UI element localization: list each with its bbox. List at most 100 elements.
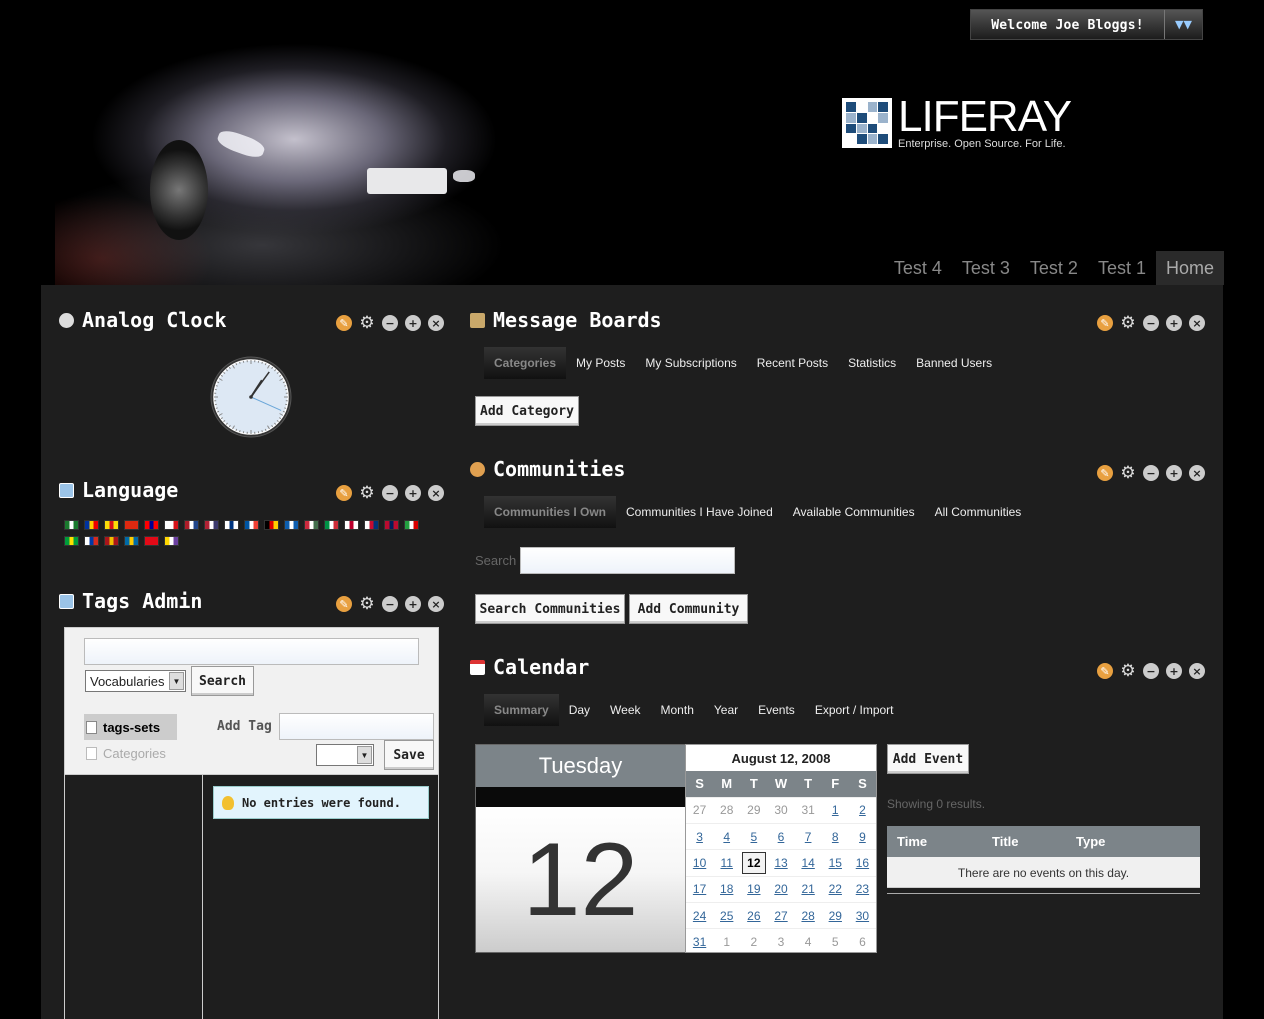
gear-icon[interactable]: ⚙ (359, 313, 375, 333)
calendar-day-cell[interactable]: 14 (794, 849, 822, 877)
tab-banned-users[interactable]: Banned Users (906, 347, 1002, 379)
maximize-icon[interactable]: + (1166, 663, 1182, 679)
maximize-icon[interactable]: + (1166, 315, 1182, 331)
add-community-button[interactable]: Add Community (629, 594, 748, 624)
look-and-feel-icon[interactable]: ✎ (1097, 465, 1113, 481)
calendar-day-cell[interactable]: 11 (713, 849, 741, 877)
maximize-icon[interactable]: + (405, 315, 421, 331)
tab-month[interactable]: Month (651, 694, 704, 726)
look-and-feel-icon[interactable]: ✎ (336, 485, 352, 501)
close-icon[interactable]: × (1189, 315, 1205, 331)
language-flag-icon[interactable] (84, 536, 99, 546)
calendar-day-cell[interactable]: 25 (713, 902, 741, 929)
gear-icon[interactable]: ⚙ (359, 483, 375, 503)
tab-communities-i-own[interactable]: Communities I Own (484, 496, 617, 528)
minimize-icon[interactable]: − (1143, 663, 1159, 679)
vocabularies-select[interactable]: Vocabularies ▼ (85, 670, 186, 692)
language-flag-icon[interactable] (364, 520, 379, 530)
calendar-day-cell[interactable]: 28 (794, 902, 822, 929)
tag-set-select[interactable]: ▼ (316, 744, 374, 766)
look-and-feel-icon[interactable]: ✎ (336, 315, 352, 331)
close-icon[interactable]: × (428, 596, 444, 612)
tags-search-button[interactable]: Search (191, 666, 254, 696)
calendar-day-cell[interactable]: 17 (686, 875, 714, 903)
language-flag-icon[interactable] (84, 520, 99, 530)
calendar-day-cell[interactable]: 26 (740, 902, 768, 929)
calendar-day-cell[interactable]: 16 (848, 849, 876, 877)
add-tag-input[interactable] (279, 713, 434, 740)
language-flag-icon[interactable] (244, 520, 259, 530)
minimize-icon[interactable]: − (1143, 465, 1159, 481)
minimize-icon[interactable]: − (382, 315, 398, 331)
welcome-menu[interactable]: Welcome Joe Bloggs! ▼▼ (970, 9, 1203, 40)
calendar-day-cell[interactable]: 2 (848, 796, 876, 824)
calendar-day-cell[interactable]: 22 (821, 875, 849, 903)
language-flag-icon[interactable] (164, 520, 179, 530)
close-icon[interactable]: × (428, 485, 444, 501)
close-icon[interactable]: × (428, 315, 444, 331)
tab-day[interactable]: Day (559, 694, 600, 726)
language-flag-icon[interactable] (64, 520, 79, 530)
language-flag-icon[interactable] (324, 520, 339, 530)
language-flag-icon[interactable] (184, 520, 199, 530)
calendar-day-cell[interactable]: 15 (821, 849, 849, 877)
column-title[interactable]: Title (992, 834, 1076, 849)
tab-categories[interactable]: Categories (484, 347, 567, 379)
gear-icon[interactable]: ⚙ (359, 594, 375, 614)
gear-icon[interactable]: ⚙ (1120, 463, 1136, 483)
calendar-day-cell[interactable]: 19 (740, 875, 768, 903)
language-flag-icon[interactable] (144, 536, 159, 546)
nav-tab-test-3[interactable]: Test 3 (952, 251, 1020, 285)
tab-my-posts[interactable]: My Posts (566, 347, 635, 379)
maximize-icon[interactable]: + (405, 485, 421, 501)
language-flag-icon[interactable] (64, 536, 79, 546)
column-time[interactable]: Time (887, 834, 992, 849)
look-and-feel-icon[interactable]: ✎ (336, 596, 352, 612)
search-communities-button[interactable]: Search Communities (475, 594, 625, 624)
calendar-day-cell[interactable]: 7 (794, 822, 822, 850)
language-flag-icon[interactable] (144, 520, 159, 530)
language-flag-icon[interactable] (264, 520, 279, 530)
calendar-day-cell[interactable]: 4 (713, 822, 741, 850)
column-type[interactable]: Type (1076, 834, 1105, 849)
tab-export-import[interactable]: Export / Import (805, 694, 904, 726)
look-and-feel-icon[interactable]: ✎ (1097, 315, 1113, 331)
close-icon[interactable]: × (1189, 465, 1205, 481)
tab-year[interactable]: Year (704, 694, 748, 726)
calendar-day-cell[interactable]: 13 (767, 849, 795, 877)
calendar-day-cell[interactable]: 31 (686, 928, 714, 956)
tab-summary[interactable]: Summary (484, 694, 559, 726)
add-event-button[interactable]: Add Event (887, 744, 969, 774)
calendar-day-cell[interactable]: 9 (848, 822, 876, 850)
gear-icon[interactable]: ⚙ (1120, 313, 1136, 333)
language-flag-icon[interactable] (104, 520, 119, 530)
calendar-day-cell[interactable]: 27 (767, 902, 795, 929)
tab-available-communities[interactable]: Available Communities (783, 496, 925, 528)
minimize-icon[interactable]: − (382, 596, 398, 612)
calendar-day-cell[interactable]: 5 (740, 822, 768, 850)
language-flag-icon[interactable] (384, 520, 399, 530)
gear-icon[interactable]: ⚙ (1120, 661, 1136, 681)
language-flag-icon[interactable] (104, 536, 119, 546)
language-flag-icon[interactable] (164, 536, 179, 546)
calendar-day-cell[interactable]: 20 (767, 875, 795, 903)
calendar-day-cell[interactable]: 1 (821, 796, 849, 824)
calendar-day-cell[interactable]: 24 (686, 902, 714, 929)
language-flag-icon[interactable] (204, 520, 219, 530)
calendar-day-cell[interactable]: 21 (794, 875, 822, 903)
minimize-icon[interactable]: − (1143, 315, 1159, 331)
calendar-day-cell[interactable]: 8 (821, 822, 849, 850)
tags-search-input[interactable] (84, 638, 419, 665)
calendar-day-cell[interactable]: 10 (686, 849, 714, 877)
calendar-day-cell[interactable]: 3 (686, 822, 714, 850)
language-flag-icon[interactable] (124, 520, 139, 530)
language-flag-icon[interactable] (124, 536, 139, 546)
add-category-button[interactable]: Add Category (475, 396, 579, 426)
nav-tab-home[interactable]: Home (1155, 251, 1224, 285)
calendar-day-cell[interactable]: 29 (821, 902, 849, 929)
tab-statistics[interactable]: Statistics (838, 347, 906, 379)
tab-all-communities[interactable]: All Communities (925, 496, 1032, 528)
minimize-icon[interactable]: − (382, 485, 398, 501)
nav-tab-test-4[interactable]: Test 4 (884, 251, 952, 285)
calendar-day-today[interactable]: 12 (740, 849, 768, 877)
